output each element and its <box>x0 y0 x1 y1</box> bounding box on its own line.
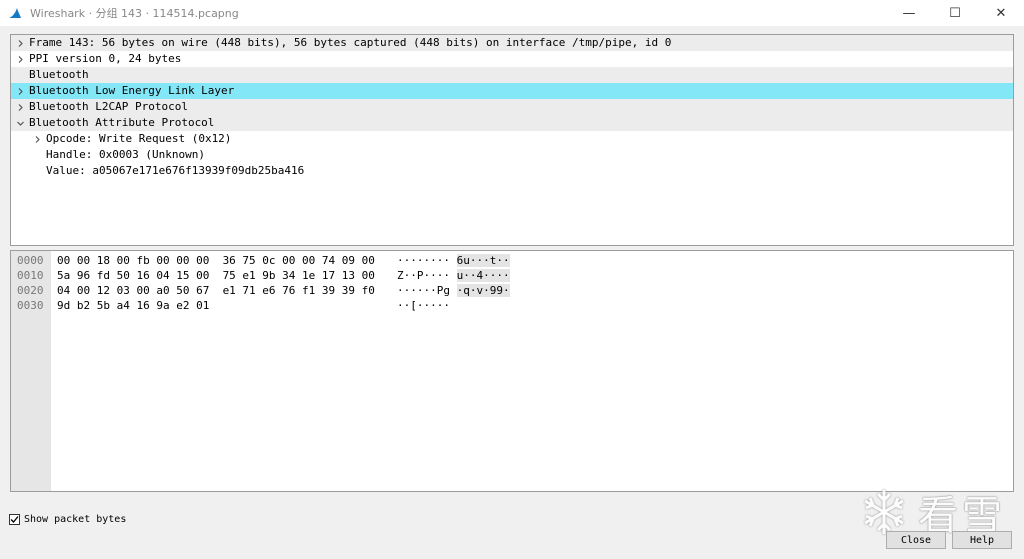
tree-row[interactable]: Opcode: Write Request (0x12) <box>11 131 1013 147</box>
chevron-right-icon[interactable] <box>31 131 43 147</box>
tree-row[interactable]: Bluetooth <box>11 67 1013 83</box>
hex-ascii[interactable]: ······Pg ·q·v·99· <box>397 283 510 298</box>
show-packet-bytes-toggle[interactable]: Show packet bytes <box>9 514 126 525</box>
tree-row-label: Opcode: Write Request (0x12) <box>46 132 232 145</box>
close-button[interactable]: Close <box>886 531 946 549</box>
hex-ascii-part: Z··P···· <box>397 269 457 282</box>
chevron-right-icon[interactable] <box>14 51 26 67</box>
hex-ascii-part: ·q·v·99· <box>456 284 510 297</box>
hex-ascii-part: u··4···· <box>456 269 510 282</box>
tree-row[interactable]: Frame 143: 56 bytes on wire (448 bits), … <box>11 35 1013 51</box>
hex-ascii[interactable]: ··[····· <box>397 298 450 313</box>
hex-offset: 0010 <box>17 269 44 282</box>
hex-bytes[interactable]: 04 00 12 03 00 a0 50 67 e1 71 e6 76 f1 3… <box>57 283 375 298</box>
hex-offset: 0020 <box>17 284 44 297</box>
hex-ascii-part: ······Pg <box>397 284 457 297</box>
window-title: Wireshark · 分组 143 · 114514.pcapng <box>30 7 239 20</box>
hex-row[interactable]: 0010 5a 96 fd 50 16 04 15 00 75 e1 9b 34 … <box>11 268 1013 283</box>
wireshark-fin-icon <box>9 8 21 18</box>
checkmark-icon <box>10 516 19 523</box>
window-controls: — ☐ ✕ <box>886 0 1024 26</box>
hex-ascii[interactable]: ········ 6u···t·· <box>397 253 510 268</box>
tree-row-label: Frame 143: 56 bytes on wire (448 bits), … <box>29 36 672 49</box>
chevron-right-icon[interactable] <box>14 35 26 51</box>
tree-row[interactable]: Bluetooth L2CAP Protocol <box>11 99 1013 115</box>
hex-row[interactable]: 0030 9d b2 5b a4 16 9a e2 01 ··[····· <box>11 298 1013 313</box>
chevron-down-icon[interactable] <box>14 115 26 131</box>
chevron-right-icon[interactable] <box>14 99 26 115</box>
tree-row-label: Bluetooth Low Energy Link Layer <box>29 84 235 97</box>
hex-offset: 0030 <box>17 299 44 312</box>
hex-bytes[interactable]: 00 00 18 00 fb 00 00 00 36 75 0c 00 00 7… <box>57 253 375 268</box>
tree-row[interactable]: Bluetooth Attribute Protocol <box>11 115 1013 131</box>
maximize-button[interactable]: ☐ <box>932 0 978 26</box>
close-window-button[interactable]: ✕ <box>978 0 1024 26</box>
packet-bytes-pane[interactable]: 0000 00 00 18 00 fb 00 00 00 36 75 0c 00 … <box>10 250 1014 492</box>
title-bar: Wireshark · 分组 143 · 114514.pcapng — ☐ ✕ <box>0 0 1024 26</box>
tree-row-label: Bluetooth L2CAP Protocol <box>29 100 188 113</box>
tree-row-label: Value: a05067e171e676f13939f09db25ba416 <box>46 164 305 177</box>
hex-ascii-part: 6u···t·· <box>456 254 510 267</box>
hex-ascii[interactable]: Z··P···· u··4···· <box>397 268 510 283</box>
packet-details-tree[interactable]: Frame 143: 56 bytes on wire (448 bits), … <box>10 34 1014 246</box>
help-button[interactable]: Help <box>952 531 1012 549</box>
hex-ascii-part: ········ <box>397 254 457 267</box>
chevron-right-icon[interactable] <box>14 83 26 99</box>
tree-row[interactable]: PPI version 0, 24 bytes <box>11 51 1013 67</box>
hex-bytes[interactable]: 5a 96 fd 50 16 04 15 00 75 e1 9b 34 1e 1… <box>57 268 375 283</box>
show-packet-bytes-checkbox[interactable] <box>9 514 20 525</box>
hex-bytes[interactable]: 9d b2 5b a4 16 9a e2 01 <box>57 298 209 313</box>
tree-row-label: PPI version 0, 24 bytes <box>29 52 182 65</box>
tree-row-label: Bluetooth <box>29 68 89 81</box>
hex-offset: 0000 <box>17 254 44 267</box>
tree-row[interactable]: Handle: 0x0003 (Unknown) <box>11 147 1013 163</box>
hex-ascii-part: ··[····· <box>397 299 450 312</box>
show-packet-bytes-label: Show packet bytes <box>24 514 127 525</box>
tree-row[interactable]: Value: a05067e171e676f13939f09db25ba416 <box>11 163 1013 179</box>
minimize-button[interactable]: — <box>886 0 932 26</box>
tree-row-label: Bluetooth Attribute Protocol <box>29 116 215 129</box>
tree-row-label: Handle: 0x0003 (Unknown) <box>46 148 205 161</box>
hex-row[interactable]: 0000 00 00 18 00 fb 00 00 00 36 75 0c 00 … <box>11 253 1013 268</box>
tree-row[interactable]: Bluetooth Low Energy Link Layer <box>11 83 1013 99</box>
hex-row[interactable]: 0020 04 00 12 03 00 a0 50 67 e1 71 e6 76 … <box>11 283 1013 298</box>
